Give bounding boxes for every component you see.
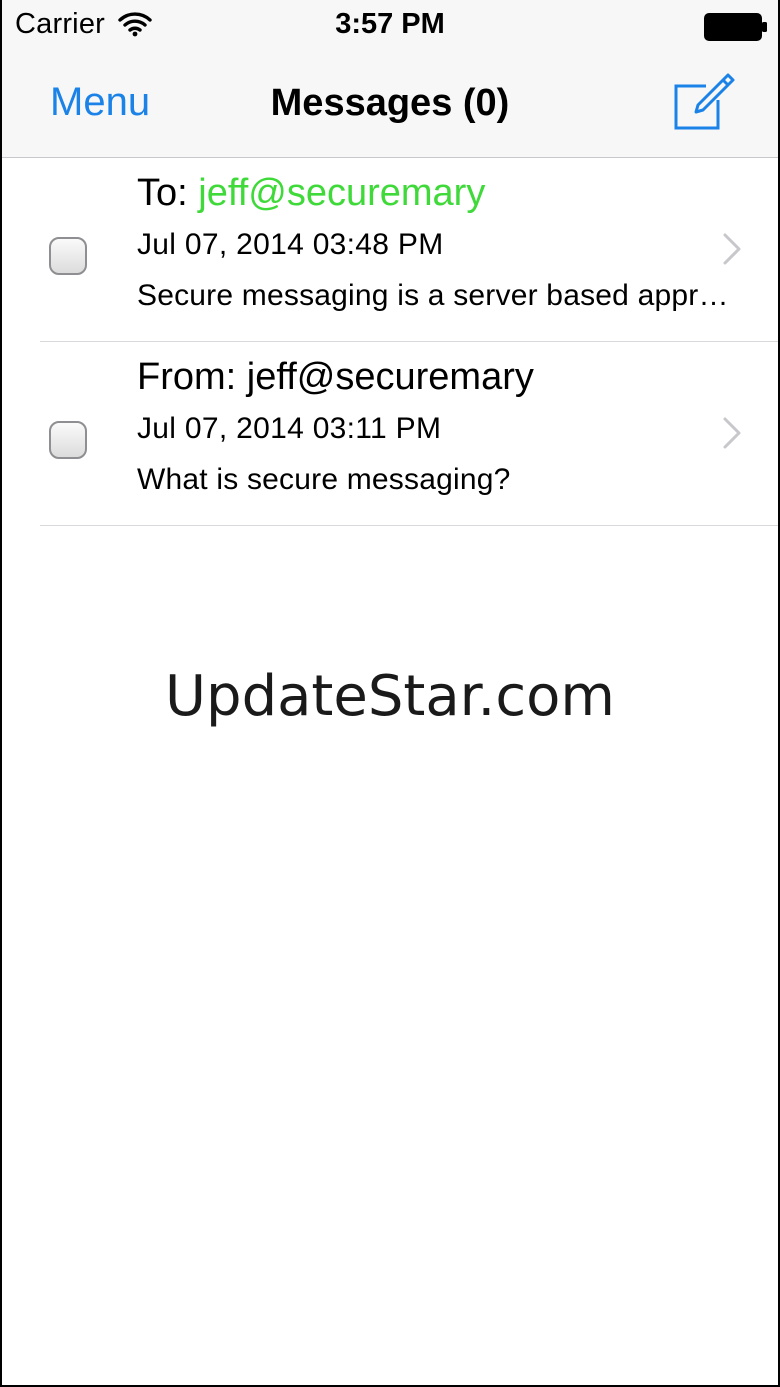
recipient-address: jeff@securemary [198,172,486,214]
compose-icon [674,73,735,130]
chevron-right-icon [723,233,741,265]
message-date: Jul 07, 2014 03:48 PM [137,228,444,261]
status-bar: Carrier 3:57 PM [0,0,780,54]
sender-prefix: From: [137,356,247,398]
message-date: Jul 07, 2014 03:11 PM [137,412,442,445]
message-row[interactable]: From: jeff@securemary Jul 07, 2014 03:11… [0,342,780,526]
watermark: UpdateStar.com [165,664,615,729]
message-select-checkbox[interactable] [49,421,87,459]
status-time: 3:57 PM [335,8,445,40]
battery-icon [704,13,767,41]
frame-edge-left [0,0,2,1387]
message-row[interactable]: To: jeff@securemary Jul 07, 2014 03:48 P… [0,158,780,342]
sender-address: jeff@securemary [246,356,534,398]
message-preview: Secure messaging is a server based appro… [137,279,729,312]
chevron-right-icon [723,417,741,449]
message-preview: What is secure messaging? [137,463,511,496]
message-sender: From: jeff@securemary [137,356,534,399]
compose-button[interactable] [670,70,736,132]
message-list: To: jeff@securemary Jul 07, 2014 03:48 P… [0,158,780,526]
navigation-bar: Menu Messages (0) [0,54,780,158]
page-title: Messages (0) [270,82,510,124]
message-select-checkbox[interactable] [49,237,87,275]
recipient-prefix: To: [137,172,199,214]
row-divider [40,525,780,526]
message-recipient: To: jeff@securemary [137,172,485,215]
